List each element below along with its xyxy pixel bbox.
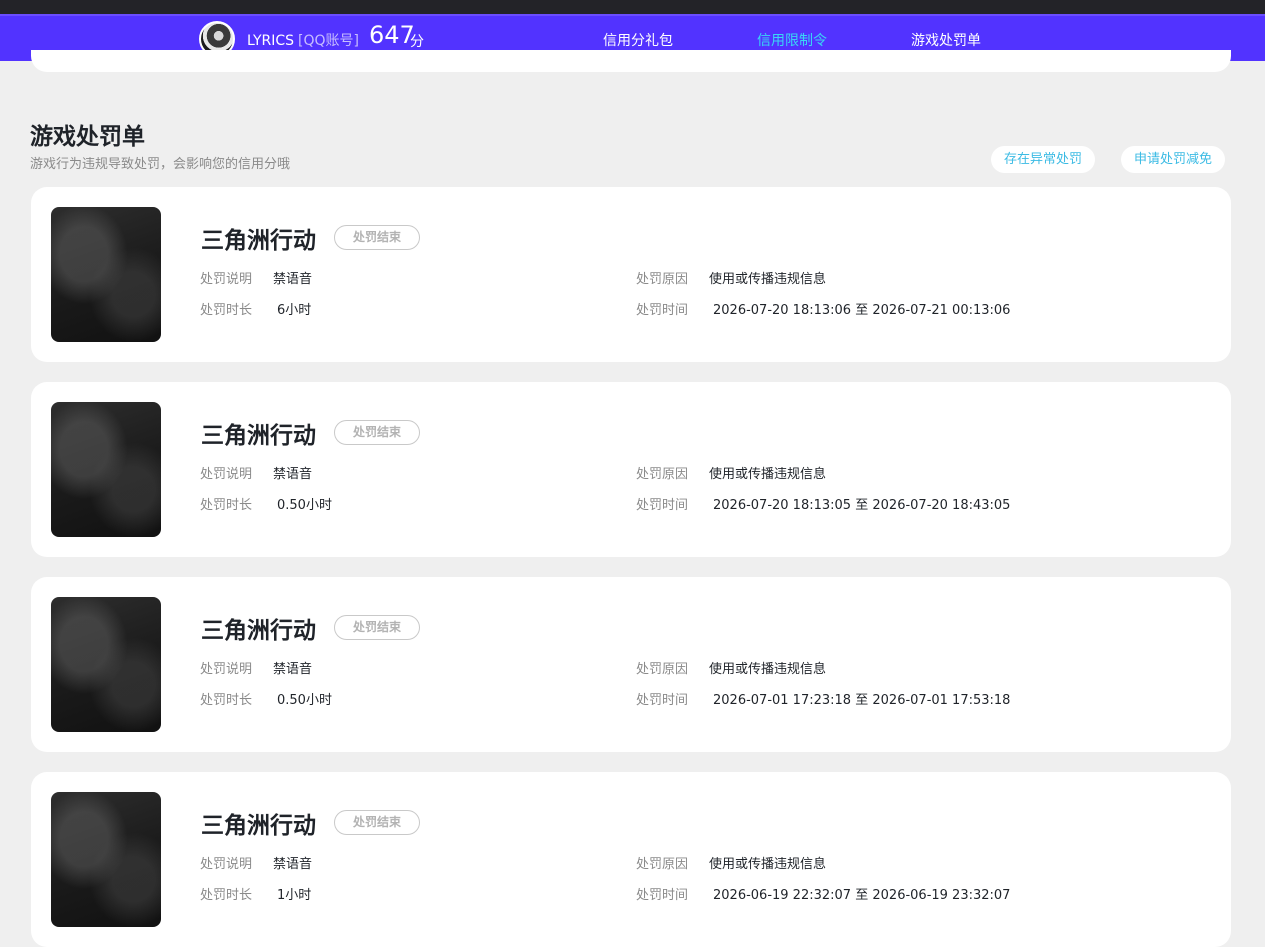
penalty-end-time: 2026-06-19 23:32:07	[872, 888, 1011, 903]
penalty-desc-label: 处罚说明	[200, 272, 253, 287]
user-info: LYRICS [QQ账号]	[247, 30, 359, 50]
status-badge: 处罚结束	[334, 615, 420, 640]
game-thumbnail	[51, 207, 161, 342]
penalty-duration-value: 1小时	[277, 888, 312, 903]
penalty-duration-value: 6小时	[277, 303, 312, 318]
penalty-desc-value: 禁语音	[273, 857, 313, 872]
penalty-reason-label: 处罚原因	[636, 662, 689, 677]
penalty-start-time: 2026-07-20 18:13:06	[713, 303, 852, 318]
penalty-reason-label: 处罚原因	[636, 857, 689, 872]
credit-score-value: 647	[369, 21, 415, 49]
penalty-time-label: 处罚时间	[636, 693, 689, 708]
penalty-reason-value: 使用或传播违规信息	[709, 467, 827, 482]
game-thumbnail	[51, 792, 161, 927]
apply-penalty-reduction-button[interactable]: 申请处罚减免	[1121, 146, 1226, 173]
penalty-duration-value: 0.50小时	[277, 693, 332, 708]
penalty-desc-label: 处罚说明	[200, 857, 253, 872]
account-type-label: [QQ账号]	[298, 33, 359, 49]
penalty-desc-value: 禁语音	[273, 272, 313, 287]
penalty-reason-label: 处罚原因	[636, 467, 689, 482]
penalty-start-time: 2026-07-20 18:13:05	[713, 498, 852, 513]
penalty-start-time: 2026-07-01 17:23:18	[713, 693, 852, 708]
penalty-desc-value: 禁语音	[273, 467, 313, 482]
penalty-time-label: 处罚时间	[636, 303, 689, 318]
penalty-end-time: 2026-07-21 00:13:06	[872, 303, 1011, 318]
username-label: LYRICS	[247, 33, 295, 49]
penalty-start-time: 2026-06-19 22:32:07	[713, 888, 852, 903]
section-subtitle: 游戏行为违规导致处罚，会影响您的信用分哦	[30, 157, 291, 172]
game-name: 三角洲行动	[201, 228, 316, 254]
penalty-time-label: 处罚时间	[636, 888, 689, 903]
penalty-card: 三角洲行动 处罚结束 处罚说明 禁语音 处罚原因 使用或传播违规信息 处罚时长 …	[31, 382, 1231, 557]
time-separator: 至	[855, 693, 869, 708]
penalty-card: 三角洲行动 处罚结束 处罚说明 禁语音 处罚原因 使用或传播违规信息 处罚时长 …	[31, 187, 1231, 362]
game-thumbnail	[51, 402, 161, 537]
status-badge: 处罚结束	[334, 420, 420, 445]
penalty-card: 三角洲行动 处罚结束 处罚说明 禁语音 处罚原因 使用或传播违规信息 处罚时长 …	[31, 577, 1231, 752]
penalty-reason-label: 处罚原因	[636, 272, 689, 287]
penalty-end-time: 2026-07-20 18:43:05	[872, 498, 1011, 513]
penalty-time-value: 2026-06-19 22:32:07 至 2026-06-19 23:32:0…	[713, 884, 1010, 903]
tab-credit-gift[interactable]: 信用分礼包	[603, 30, 673, 50]
report-abnormal-penalty-button[interactable]: 存在异常处罚	[991, 146, 1096, 173]
game-name: 三角洲行动	[201, 813, 316, 839]
penalty-duration-label: 处罚时长	[200, 888, 253, 903]
penalty-reason-value: 使用或传播违规信息	[709, 857, 827, 872]
status-badge: 处罚结束	[334, 225, 420, 250]
penalty-time-value: 2026-07-20 18:13:05 至 2026-07-20 18:43:0…	[713, 494, 1010, 513]
penalty-duration-value: 0.50小时	[277, 498, 332, 513]
penalty-desc-label: 处罚说明	[200, 662, 253, 677]
penalty-desc-value: 禁语音	[273, 662, 313, 677]
penalty-duration-label: 处罚时长	[200, 498, 253, 513]
penalty-time-label: 处罚时间	[636, 498, 689, 513]
time-separator: 至	[855, 498, 869, 513]
penalty-time-value: 2026-07-01 17:23:18 至 2026-07-01 17:53:1…	[713, 689, 1010, 708]
penalty-duration-label: 处罚时长	[200, 693, 253, 708]
penalty-end-time: 2026-07-01 17:53:18	[872, 693, 1011, 708]
tab-credit-restriction[interactable]: 信用限制令	[757, 30, 827, 50]
credit-score-unit: 分	[410, 34, 424, 50]
penalty-card: 三角洲行动 处罚结束 处罚说明 禁语音 处罚原因 使用或传播违规信息 处罚时长 …	[31, 772, 1231, 947]
game-name: 三角洲行动	[201, 618, 316, 644]
game-name: 三角洲行动	[201, 423, 316, 449]
penalty-duration-label: 处罚时长	[200, 303, 253, 318]
penalty-reason-value: 使用或传播违规信息	[709, 272, 827, 287]
section-title: 游戏处罚单	[30, 124, 145, 150]
penalty-reason-value: 使用或传播违规信息	[709, 662, 827, 677]
tab-game-penalty[interactable]: 游戏处罚单	[911, 30, 981, 50]
penalty-time-value: 2026-07-20 18:13:06 至 2026-07-21 00:13:0…	[713, 299, 1010, 318]
time-separator: 至	[855, 303, 869, 318]
time-separator: 至	[855, 888, 869, 903]
game-thumbnail	[51, 597, 161, 732]
browser-top-strip	[0, 0, 1265, 14]
penalty-desc-label: 处罚说明	[200, 467, 253, 482]
previous-section-card	[31, 50, 1231, 72]
status-badge: 处罚结束	[334, 810, 420, 835]
